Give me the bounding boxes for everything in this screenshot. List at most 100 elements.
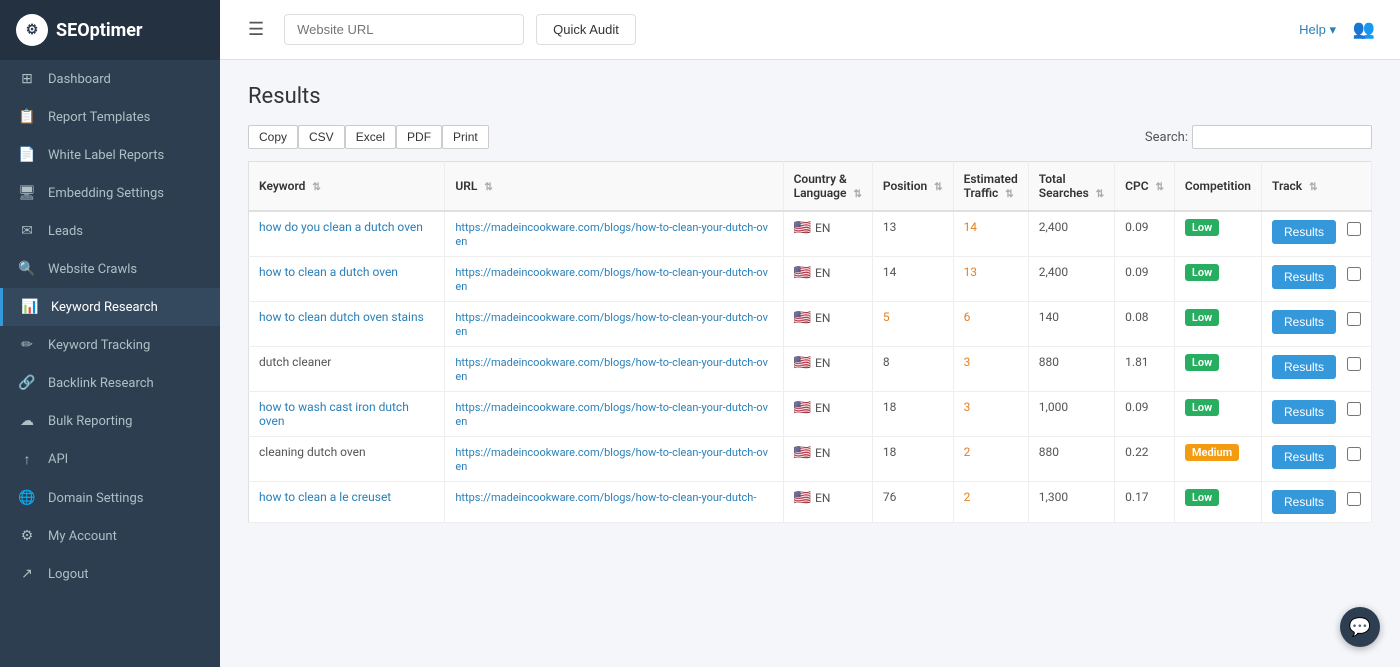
results-button-0[interactable]: Results [1272, 220, 1336, 244]
competition-badge-5: Medium [1185, 444, 1239, 461]
track-checkbox-0[interactable] [1347, 222, 1361, 236]
sidebar-label-backlink-research: Backlink Research [48, 376, 154, 391]
sidebar-label-logout: Logout [48, 567, 89, 582]
sidebar-item-report-templates[interactable]: 📋 Report Templates [0, 98, 220, 136]
results-button-5[interactable]: Results [1272, 445, 1336, 469]
cell-track-3: Results [1261, 347, 1371, 392]
export-btn-print[interactable]: Print [442, 125, 489, 149]
sidebar-item-api[interactable]: ↑ API [0, 440, 220, 479]
quick-audit-button[interactable]: Quick Audit [536, 14, 636, 45]
export-btn-copy[interactable]: Copy [248, 125, 298, 149]
export-btn-csv[interactable]: CSV [298, 125, 345, 149]
keyword-link-1[interactable]: how to clean a dutch oven [259, 265, 398, 279]
sidebar-item-my-account[interactable]: ⚙ My Account [0, 517, 220, 555]
keyword-link-4[interactable]: how to wash cast iron dutch oven [259, 400, 409, 428]
keyword-link-6[interactable]: how to clean a le creuset [259, 490, 391, 504]
cell-position-3: 8 [872, 347, 953, 392]
header: ☰ Quick Audit Help ▾ 👥 [220, 0, 1400, 60]
cell-position-5: 18 [872, 437, 953, 482]
sidebar-label-embedding-settings: Embedding Settings [48, 186, 164, 201]
cell-traffic-6: 2 [953, 482, 1028, 523]
competition-badge-1: Low [1185, 264, 1219, 281]
competition-badge-3: Low [1185, 354, 1219, 371]
flag-2: 🇺🇸 [794, 310, 811, 326]
position-val-0: 13 [883, 220, 897, 234]
users-icon[interactable]: 👥 [1348, 14, 1380, 46]
lang-3: EN [815, 356, 830, 370]
cell-cpc-5: 0.22 [1115, 437, 1175, 482]
sidebar-item-domain-settings[interactable]: 🌐 Domain Settings [0, 479, 220, 517]
keyword-link-0[interactable]: how do you clean a dutch oven [259, 220, 423, 234]
results-button-6[interactable]: Results [1272, 490, 1336, 514]
table-row: how do you clean a dutch oven https://mad… [249, 211, 1372, 257]
search-label: Search: [1145, 130, 1188, 145]
results-button-1[interactable]: Results [1272, 265, 1336, 289]
url-text-0: https://madeincookware.com/blogs/how-to-… [455, 221, 768, 248]
lang-0: EN [815, 221, 830, 235]
url-text-6: https://madeincookware.com/blogs/how-to-… [455, 491, 756, 504]
cell-traffic-4: 3 [953, 392, 1028, 437]
sidebar: ⚙ SEOptimer ⊞ Dashboard📋 Report Template… [0, 0, 220, 667]
track-checkbox-6[interactable] [1347, 492, 1361, 506]
track-checkbox-5[interactable] [1347, 447, 1361, 461]
export-btn-pdf[interactable]: PDF [396, 125, 442, 149]
cell-position-4: 18 [872, 392, 953, 437]
results-button-4[interactable]: Results [1272, 400, 1336, 424]
track-checkbox-2[interactable] [1347, 312, 1361, 326]
url-input[interactable] [284, 14, 524, 45]
cell-country-2: 🇺🇸 EN [783, 302, 872, 347]
cell-traffic-1: 13 [953, 257, 1028, 302]
sidebar-icon-logout: ↗ [18, 566, 36, 582]
sidebar-item-embedding-settings[interactable]: 🖥 Embedding Settings [0, 174, 220, 212]
cell-country-4: 🇺🇸 EN [783, 392, 872, 437]
sidebar-item-backlink-research[interactable]: 🔗 Backlink Research [0, 364, 220, 402]
hamburger-button[interactable]: ☰ [240, 15, 272, 44]
traffic-val-5: 2 [964, 445, 971, 459]
lang-2: EN [815, 311, 830, 325]
table-row: how to wash cast iron dutch ovenhttps://… [249, 392, 1372, 437]
sidebar-item-white-label-reports[interactable]: 📄 White Label Reports [0, 136, 220, 174]
cell-keyword-5: cleaning dutch oven [249, 437, 445, 482]
sidebar-item-dashboard[interactable]: ⊞ Dashboard [0, 60, 220, 98]
sidebar-item-bulk-reporting[interactable]: ☁ Bulk Reporting [0, 402, 220, 440]
sidebar-item-keyword-research[interactable]: 📊 Keyword Research [0, 288, 220, 326]
traffic-val-0: 14 [964, 220, 978, 234]
results-table: Keyword ⇅ URL ⇅ Country &Language ⇅ Posi… [248, 161, 1372, 523]
sidebar-icon-domain-settings: 🌐 [18, 490, 36, 506]
sidebar-item-website-crawls[interactable]: 🔍 Website Crawls [0, 250, 220, 288]
results-button-3[interactable]: Results [1272, 355, 1336, 379]
track-checkbox-3[interactable] [1347, 357, 1361, 371]
position-val-5: 18 [883, 445, 897, 459]
track-checkbox-1[interactable] [1347, 267, 1361, 281]
sidebar-item-leads[interactable]: ✉ Leads [0, 212, 220, 250]
sidebar-label-api: API [48, 452, 68, 467]
cell-keyword-6: how to clean a le creuset [249, 482, 445, 523]
sidebar-icon-api: ↑ [18, 451, 36, 468]
cell-keyword-1: how to clean a dutch oven [249, 257, 445, 302]
col-track: Track ⇅ [1261, 162, 1371, 212]
export-btn-excel[interactable]: Excel [345, 125, 396, 149]
chat-bubble[interactable]: 💬 [1340, 607, 1380, 647]
traffic-val-6: 2 [964, 490, 971, 504]
cell-searches-6: 1,300 [1028, 482, 1114, 523]
sidebar-item-keyword-tracking[interactable]: ✏ Keyword Tracking [0, 326, 220, 364]
traffic-val-1: 13 [964, 265, 978, 279]
sidebar-item-logout[interactable]: ↗ Logout [0, 555, 220, 593]
cell-cpc-0: 0.09 [1115, 211, 1175, 257]
cell-track-6: Results [1261, 482, 1371, 523]
cell-url-0: https://madeincookware.com/blogs/how-to-… [445, 211, 783, 257]
keyword-link-2[interactable]: how to clean dutch oven stains [259, 310, 424, 324]
sidebar-label-domain-settings: Domain Settings [48, 491, 143, 506]
track-checkbox-4[interactable] [1347, 402, 1361, 416]
search-input[interactable] [1192, 125, 1372, 149]
cell-url-2: https://madeincookware.com/blogs/how-to-… [445, 302, 783, 347]
url-text-1: https://madeincookware.com/blogs/how-to-… [455, 266, 768, 293]
results-button-2[interactable]: Results [1272, 310, 1336, 334]
cell-keyword-2: how to clean dutch oven stains [249, 302, 445, 347]
cell-track-2: Results [1261, 302, 1371, 347]
position-val-3: 8 [883, 355, 890, 369]
sidebar-icon-report-templates: 📋 [18, 109, 36, 125]
help-button[interactable]: Help ▾ [1299, 22, 1336, 38]
cell-position-0: 13 [872, 211, 953, 257]
cell-url-3: https://madeincookware.com/blogs/how-to-… [445, 347, 783, 392]
